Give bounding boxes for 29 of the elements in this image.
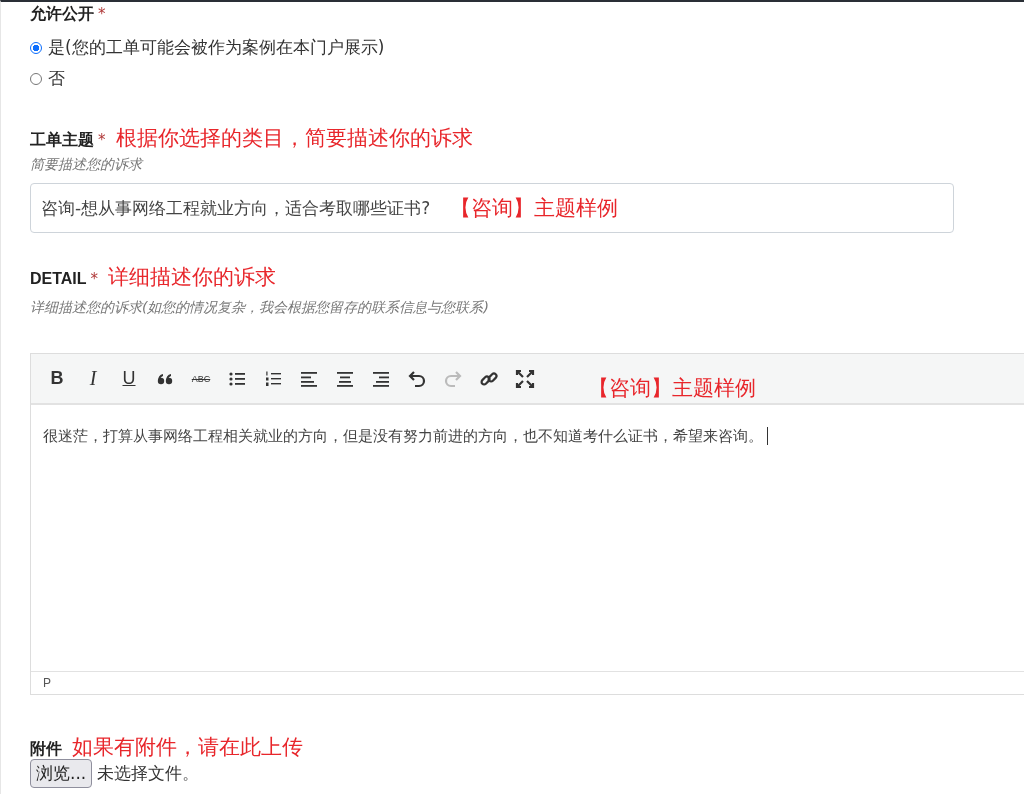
field-hint: 详细描述您的诉求(如您的情况复杂，我会根据您留存的联系信息与您联系) [30,299,490,317]
required-asterisk: * [90,270,99,288]
bold-button[interactable]: B [39,363,75,394]
annotation-text: 【咨询】主题样例 [588,374,756,402]
field-label: 工单主题 [30,130,94,151]
annotation-text: 详细描述你的诉求 [108,264,277,291]
radio-button[interactable] [30,41,42,54]
annotation-text: 【咨询】主题样例 [450,195,619,222]
browse-button[interactable]: 浏览... [30,759,93,788]
field-label: 允许公开 [30,4,94,25]
field-hint: 简要描述您的诉求 [30,156,145,174]
subject-input-field[interactable]: 咨询-想从事网络工程就业方向，适合考取哪些证书? 【咨询】主题样例 [30,183,954,233]
annotation-text: 如果有附件，请在此上传 [72,734,303,761]
field-label: DETAIL [30,270,87,288]
undo-icon [407,368,427,389]
file-status-text: 未选择文件。 [97,762,200,785]
underline-button[interactable]: U [111,363,147,394]
redo-icon [443,368,463,389]
field-label: 附件 [30,739,62,760]
italic-button[interactable]: I [75,363,111,394]
fullscreen-icon [515,368,535,389]
radio-label[interactable]: 是(您的工单可能会被作为案例在本门户展示) [48,36,385,59]
annotation-text: 根据你选择的类目，简要描述你的诉求 [115,125,473,152]
required-asterisk: * [98,5,106,23]
element-path: P [43,676,51,690]
required-asterisk: * [98,131,106,149]
radio-label[interactable]: 否 [48,67,65,90]
editor-text-area[interactable]: 很迷茫，打算从事网络工程相关就业的方向，但是没有努力前进的方向，也不知道考什么证书，希望来咨询。 [31,405,1024,671]
strike-button[interactable]: ABC [183,363,219,394]
